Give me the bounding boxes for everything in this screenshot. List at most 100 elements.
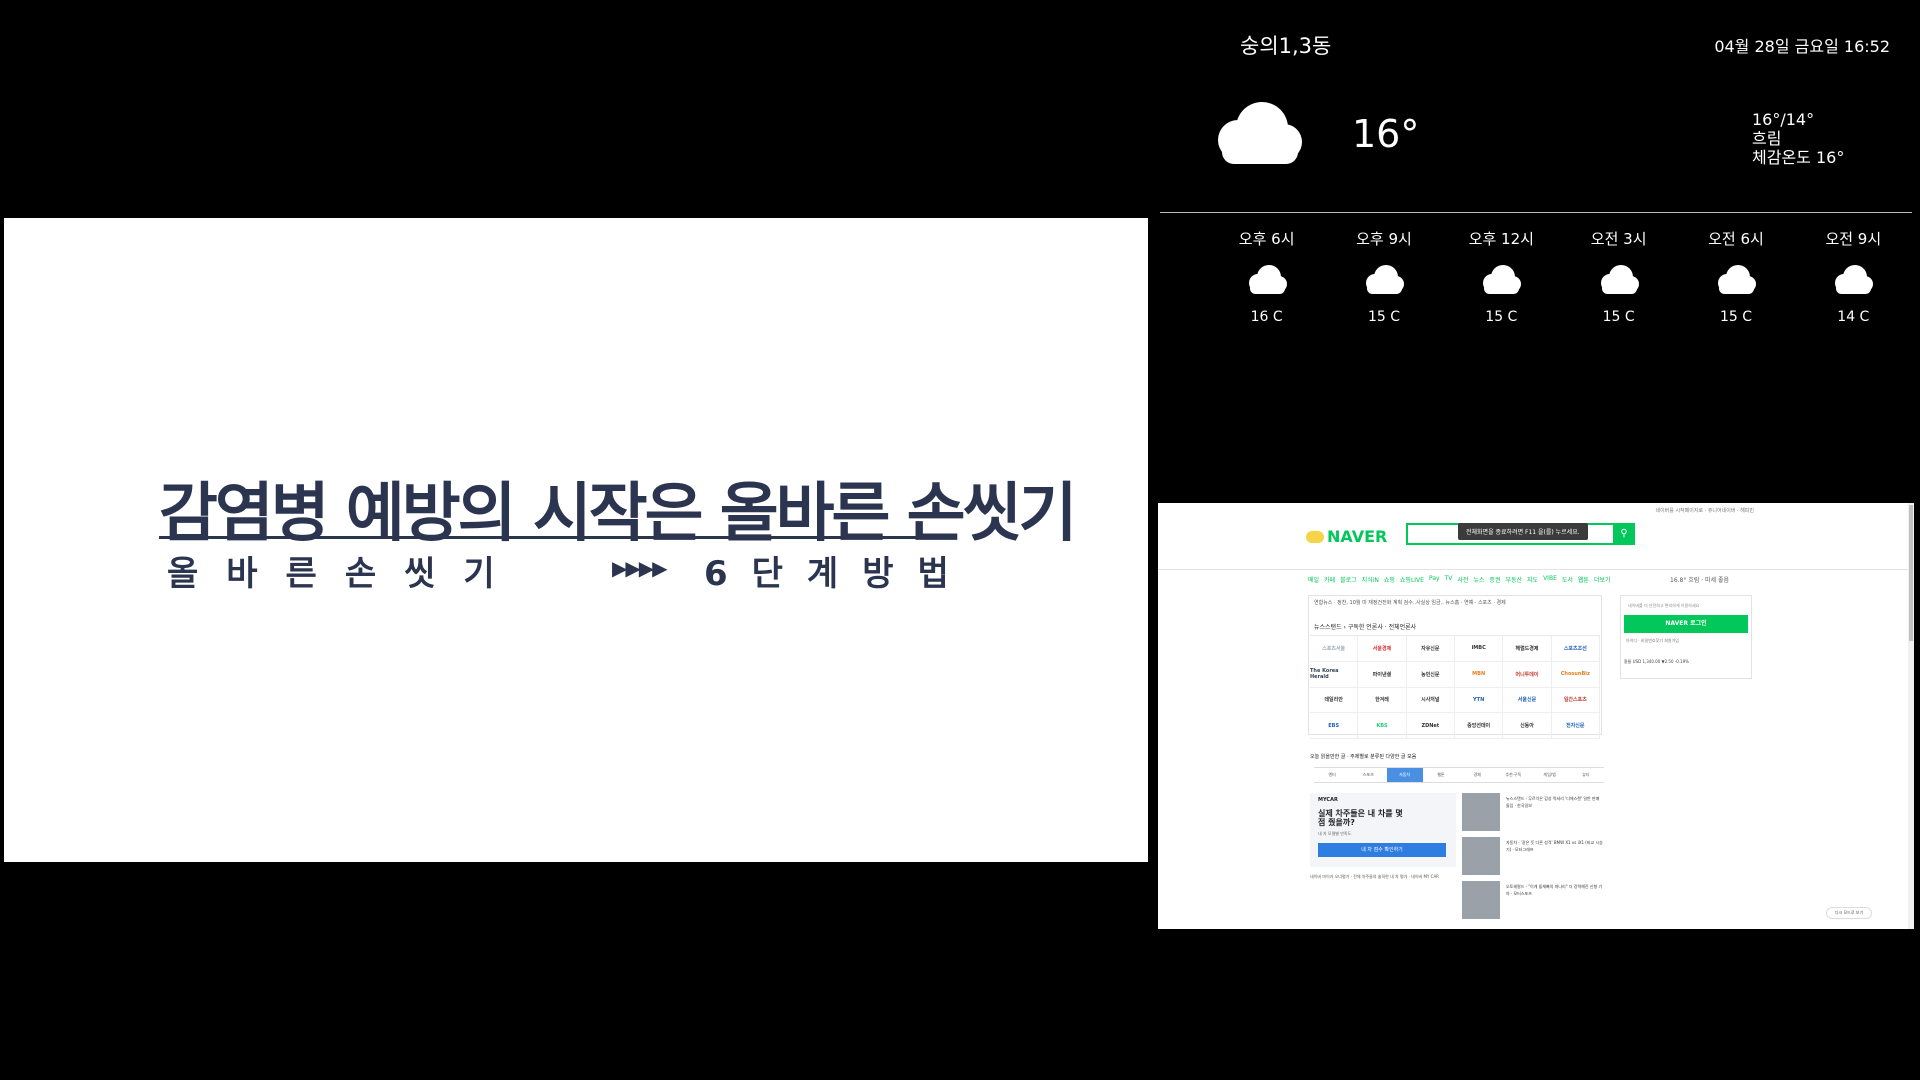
press-logo[interactable]: ZDNet xyxy=(1406,713,1455,739)
service-nav: 메일 카페 블로그 지식iN 쇼핑 쇼핑LIVE Pay TV 사전 뉴스 증권… xyxy=(1308,575,1611,584)
login-button[interactable]: NAVER 로그인 xyxy=(1624,615,1748,633)
press-logo[interactable]: 헤럴드경제 xyxy=(1503,636,1552,662)
video-player[interactable]: 감염병 예방의 시작은 올바른 손씻기 올바른손씻기 ▶▶▶▶ 6단계방법 xyxy=(4,218,1148,862)
nav-item-dictionary[interactable]: 사전 xyxy=(1457,575,1468,584)
mycar-footer[interactable]: 네이버 마이카 오너평가 · 전체 차주들의 솔직한 내 차 평가 · 네이버 … xyxy=(1310,873,1456,880)
topic-tab[interactable]: 경제 xyxy=(1459,768,1495,782)
news-thumbnail[interactable] xyxy=(1462,837,1500,875)
nav-item-kin[interactable]: 지식iN xyxy=(1362,575,1379,584)
topic-tab[interactable]: 웹툰 xyxy=(1423,768,1459,782)
forecast-temp: 15 C xyxy=(1485,309,1518,325)
press-logo[interactable]: 스포츠서울 xyxy=(1310,636,1359,662)
topic-tabs: 엔터 스포츠 자동차 웹툰 경제 추천·구독 게임/앱 뷰티 xyxy=(1314,767,1604,783)
nav-weather[interactable]: 16.8° 흐림 · 미세 좋음 xyxy=(1670,575,1729,584)
high-low-temperature: 16°/14° xyxy=(1752,110,1815,129)
nav-item-realestate[interactable]: 부동산 xyxy=(1505,575,1522,584)
nav-item-webtoon[interactable]: 웹툰 xyxy=(1578,575,1589,584)
press-logo[interactable]: 서울신문 xyxy=(1503,687,1552,714)
forecast-item: 오전 6시 15 C xyxy=(1677,220,1794,325)
nav-item-tv[interactable]: TV xyxy=(1445,575,1453,584)
cloud-icon xyxy=(1598,265,1640,299)
press-logo[interactable]: 데일리안 xyxy=(1310,687,1359,714)
scrollbar-thumb[interactable] xyxy=(1909,505,1913,641)
feels-like-temperature: 체감온도 16° xyxy=(1752,148,1845,167)
naver-logo-text: NAVER xyxy=(1327,527,1388,546)
weather-location: 숭의1,3동 xyxy=(1240,34,1332,58)
nav-item-vibe[interactable]: VIBE xyxy=(1543,575,1557,584)
press-logo[interactable]: 시사저널 xyxy=(1406,687,1455,714)
news-item[interactable]: 오토헤럴드 · "이게 돌체빠의 마나리" 더 강력해진 신형 기아 · 모터스… xyxy=(1506,883,1604,897)
weather-condition: 흐림 xyxy=(1752,129,1782,148)
cloud-icon xyxy=(1480,265,1522,299)
news-thumbnail[interactable] xyxy=(1462,793,1500,831)
press-logo[interactable]: EBS xyxy=(1310,713,1359,739)
topic-tab[interactable]: 게임/앱 xyxy=(1532,768,1568,782)
forecast-time: 오후 12시 xyxy=(1468,230,1534,248)
news-ticker[interactable]: 연합뉴스 · 정찬, 10월 미 재정건전화 계획 검수..사실상 임금.. 뉴… xyxy=(1314,599,1506,606)
news-item[interactable]: 뉴스스탠드 · 무르익은 감성 럭셔리 '디에스랜' 일반 판매 돌입 · 한국… xyxy=(1506,795,1604,809)
nav-item-more[interactable]: 더보기 xyxy=(1594,575,1611,584)
search-icon: ⚲ xyxy=(1620,528,1628,539)
press-logo[interactable]: 자유신문 xyxy=(1406,636,1455,662)
nav-item-news[interactable]: 뉴스 xyxy=(1473,575,1484,584)
nav-item-mail[interactable]: 메일 xyxy=(1308,575,1319,584)
nav-item-stock[interactable]: 증권 xyxy=(1489,575,1500,584)
video-subtitle-right: 6단계방법 xyxy=(704,554,973,594)
press-logo[interactable]: 중앙선데이 xyxy=(1454,713,1504,739)
nav-item-shopping[interactable]: 쇼핑 xyxy=(1384,575,1395,584)
topic-tab[interactable]: 추천·구독 xyxy=(1495,768,1531,782)
nav-item-map[interactable]: 지도 xyxy=(1527,575,1538,584)
press-logo[interactable]: MBN xyxy=(1454,661,1504,688)
cloud-icon xyxy=(1832,265,1874,299)
cloud-icon xyxy=(1363,265,1405,299)
forecast-item: 오후 9시 15 C xyxy=(1325,220,1442,325)
mycar-brand: MYCAR xyxy=(1318,797,1338,803)
search-button[interactable]: ⚲ xyxy=(1613,523,1635,545)
header-divider xyxy=(1158,569,1914,570)
topic-tab[interactable]: 뷰티 xyxy=(1568,768,1604,782)
news-thumbnail[interactable] xyxy=(1462,881,1500,919)
news-item[interactable]: 자동차 · '같은 듯 다른 성격' BMW X1 vs iX1 (비교 시승기… xyxy=(1506,839,1604,853)
press-logo[interactable]: 스포츠조선 xyxy=(1551,636,1600,662)
press-logo[interactable]: 전자신문 xyxy=(1551,713,1600,739)
nav-item-pay[interactable]: Pay xyxy=(1429,575,1440,584)
topic-tab-active[interactable]: 자동차 xyxy=(1386,768,1423,782)
mycar-score-button[interactable]: 내 차 점수 확인하기 xyxy=(1318,843,1446,857)
press-logo[interactable]: 머니투데이 xyxy=(1503,661,1552,688)
topic-tab[interactable]: 엔터 xyxy=(1314,768,1350,782)
press-logo[interactable]: YTN xyxy=(1454,687,1504,714)
login-links[interactable]: 아이디 · 비밀번호찾기 회원가입 xyxy=(1626,638,1679,644)
nav-item-shopping-live[interactable]: 쇼핑LIVE xyxy=(1400,575,1424,584)
weather-datetime: 04월 28일 금요일 16:52 xyxy=(1714,37,1890,56)
press-logo[interactable]: 신동아 xyxy=(1503,713,1552,739)
press-logo[interactable]: 한겨레 xyxy=(1358,687,1407,714)
forecast-time: 오후 6시 xyxy=(1238,230,1295,248)
press-logo[interactable]: KBS xyxy=(1358,713,1407,739)
forecast-temp: 15 C xyxy=(1719,309,1752,325)
dark-mode-button[interactable]: 다크 모드로 보기 xyxy=(1826,907,1872,919)
press-logo[interactable]: 일간스포츠 xyxy=(1551,687,1600,714)
video-subtitle-left: 올바른손씻기 xyxy=(167,554,523,594)
topic-tab[interactable]: 스포츠 xyxy=(1350,768,1386,782)
press-logo[interactable]: The Korea Herald xyxy=(1310,661,1359,688)
nav-item-blog[interactable]: 블로그 xyxy=(1340,575,1357,584)
naver-logo[interactable]: NAVER xyxy=(1306,527,1387,546)
naver-logo-icon xyxy=(1306,530,1324,543)
login-promo-text: 네이버를 더 안전하고 편리하게 이용하세요 xyxy=(1628,603,1700,608)
forecast-time: 오전 3시 xyxy=(1590,230,1647,248)
press-logo[interactable]: 서울경제 xyxy=(1358,636,1407,662)
forecast-temp: 15 C xyxy=(1367,309,1401,325)
cloud-icon xyxy=(1715,265,1757,299)
nav-item-cafe[interactable]: 카페 xyxy=(1324,575,1335,584)
top-links[interactable]: 네이버를 시작페이지로 · 쥬니어네이버 · 해피빈 xyxy=(1655,507,1754,514)
fullscreen-tooltip: 전체화면을 종료하려면 F11 을(를) 누르세요. xyxy=(1458,523,1588,540)
press-logo[interactable]: iMBC xyxy=(1454,636,1504,662)
exchange-rate[interactable]: 환율 USD 1,340.00 ▼2.50 -0.19% xyxy=(1624,659,1689,665)
weather-divider xyxy=(1160,212,1912,213)
press-logo[interactable]: 농민신문 xyxy=(1406,661,1455,688)
naver-browser-view[interactable]: 네이버를 시작페이지로 · 쥬니어네이버 · 해피빈 NAVER 전체화면을 종… xyxy=(1158,503,1914,929)
nav-item-books[interactable]: 도서 xyxy=(1562,575,1573,584)
press-logo[interactable]: 파이낸셜 xyxy=(1358,661,1407,688)
newsstand-title[interactable]: 뉴스스탠드 › 구독한 언론사 · 전체언론사 xyxy=(1314,622,1416,631)
press-logo[interactable]: ChosunBiz xyxy=(1551,661,1600,688)
